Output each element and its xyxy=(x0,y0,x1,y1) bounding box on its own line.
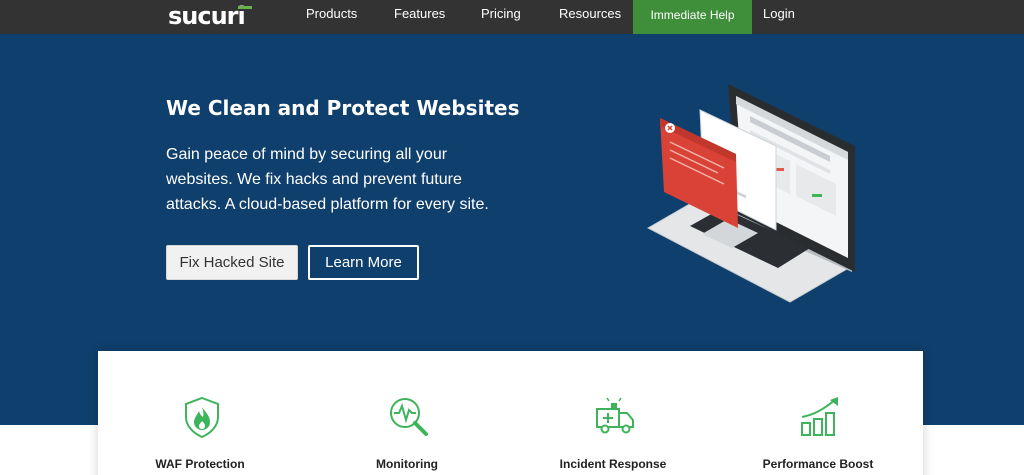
feature-waf-protection[interactable]: WAF Protection xyxy=(120,351,280,475)
shield-flame-icon xyxy=(185,396,219,439)
nav-pricing[interactable]: Pricing xyxy=(481,0,521,34)
immediate-help-button[interactable]: Immediate Help xyxy=(633,0,752,34)
bar-chart-arrow-icon xyxy=(801,397,838,436)
feature-label: WAF Protection xyxy=(155,457,245,471)
feature-performance-boost[interactable]: Performance Boost xyxy=(738,351,898,475)
top-navigation: sucuri Products Features Pricing Resourc… xyxy=(0,0,1024,34)
learn-more-button[interactable]: Learn More xyxy=(308,245,419,280)
fix-hacked-site-button[interactable]: Fix Hacked Site xyxy=(166,245,298,280)
nav-features[interactable]: Features xyxy=(394,0,445,34)
nav-resources[interactable]: Resources xyxy=(559,0,621,34)
laptop-illustration xyxy=(646,84,855,303)
feature-incident-response[interactable]: Incident Response xyxy=(533,351,693,475)
logo-text: sucuri xyxy=(168,2,246,30)
hero-description: Gain peace of mind by securing all your … xyxy=(166,146,489,213)
magnifier-pulse-icon xyxy=(390,398,428,436)
nav-login[interactable]: Login xyxy=(763,0,795,34)
feature-label: Incident Response xyxy=(559,457,667,471)
nav-products[interactable]: Products xyxy=(306,0,357,34)
feature-label: Performance Boost xyxy=(762,457,874,471)
sucuri-logo[interactable]: sucuri xyxy=(168,2,260,30)
hero-title: We Clean and Protect Websites xyxy=(166,96,520,120)
feature-label: Monitoring xyxy=(376,457,438,471)
feature-monitoring[interactable]: Monitoring xyxy=(327,351,487,475)
features-card: WAF Protection Monitoring Incident Respo… xyxy=(98,351,923,475)
ambulance-icon xyxy=(596,397,634,434)
logo-accent xyxy=(238,6,252,9)
